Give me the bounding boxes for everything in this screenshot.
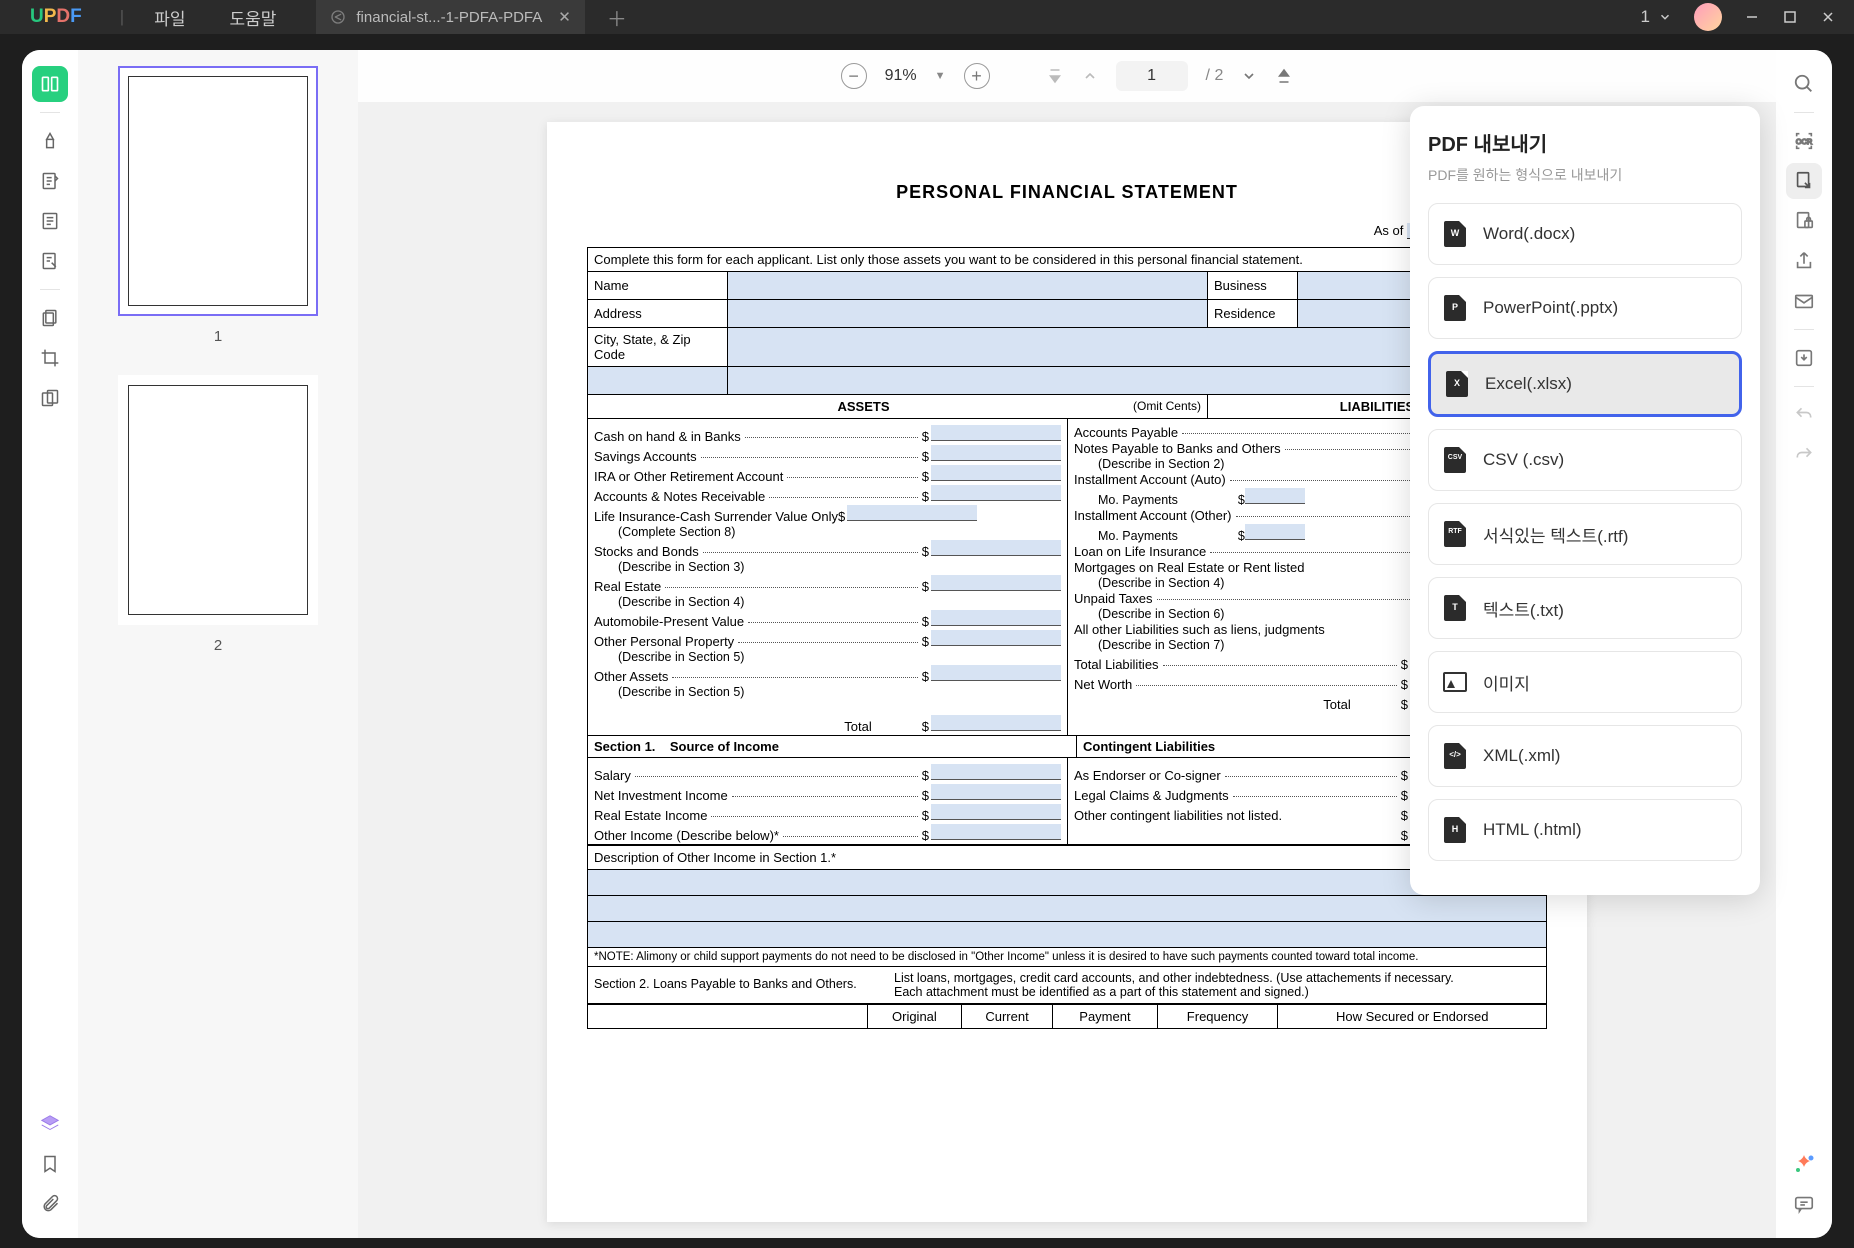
compare-button[interactable] — [32, 380, 68, 416]
thumbnail-label: 2 — [94, 637, 342, 654]
zoom-dropdown[interactable]: ▼ — [935, 70, 946, 82]
export-word[interactable]: W Word(.docx) — [1428, 203, 1742, 265]
redo-button[interactable] — [1786, 437, 1822, 473]
export-powerpoint[interactable]: P PowerPoint(.pptx) — [1428, 277, 1742, 339]
new-tab-button[interactable]: ＋ — [607, 3, 627, 32]
prev-page-button[interactable] — [1082, 68, 1098, 84]
main-container: 1 2 − 91% ▼ + / 2 PERSONAL FINANCIAL STA… — [22, 50, 1832, 1238]
page-number-input[interactable] — [1116, 61, 1188, 91]
menu-file[interactable]: 파일 — [154, 5, 185, 30]
ocr-button[interactable]: OCR — [1786, 123, 1822, 159]
last-page-button[interactable] — [1275, 67, 1293, 85]
left-toolbar — [22, 50, 78, 1238]
bookmark-button[interactable] — [32, 1146, 68, 1182]
export-title: PDF 내보내기 — [1428, 128, 1742, 157]
maximize-button[interactable] — [1782, 9, 1798, 25]
export-text[interactable]: T 텍스트(.txt) — [1428, 577, 1742, 639]
share-button[interactable] — [1786, 243, 1822, 279]
comment-button[interactable] — [1786, 1186, 1822, 1222]
organize-pages-button[interactable] — [32, 300, 68, 336]
svg-text:OCR: OCR — [1796, 137, 1812, 146]
chevron-down-icon — [1658, 10, 1672, 24]
undo-button[interactable] — [1786, 397, 1822, 433]
reader-mode-button[interactable] — [32, 66, 68, 102]
export-panel: PDF 내보내기 PDF를 원하는 형식으로 내보내기 W Word(.docx… — [1410, 106, 1760, 895]
thumbnail-label: 1 — [94, 328, 342, 345]
thumbnail-panel: 1 2 — [78, 50, 358, 1238]
export-rtf[interactable]: RTF 서식있는 텍스트(.rtf) — [1428, 503, 1742, 565]
export-excel[interactable]: X Excel(.xlsx) — [1428, 351, 1742, 417]
thumbnail-page-1[interactable]: 1 — [94, 66, 342, 345]
app-logo: UPDF — [30, 6, 82, 28]
export-button[interactable] — [1786, 163, 1822, 199]
document-tab[interactable]: financial-st...-1-PDFA-PDFA ✕ — [316, 0, 584, 34]
minimize-button[interactable] — [1744, 9, 1760, 25]
right-toolbar: OCR — [1776, 50, 1832, 1238]
fill-sign-button[interactable] — [32, 243, 68, 279]
document-toolbar: − 91% ▼ + / 2 — [358, 50, 1776, 102]
tab-title: financial-st...-1-PDFA-PDFA — [356, 9, 542, 26]
annotate-button[interactable] — [32, 123, 68, 159]
menu-help[interactable]: 도움말 — [229, 5, 276, 30]
next-page-button[interactable] — [1241, 68, 1257, 84]
attachment-button[interactable] — [32, 1186, 68, 1222]
tab-doc-icon — [330, 9, 346, 25]
protect-button[interactable] — [1786, 203, 1822, 239]
zoom-value: 91% — [885, 67, 917, 85]
first-page-button[interactable] — [1046, 67, 1064, 85]
window-page-indicator[interactable]: 1 — [1641, 7, 1672, 27]
save-button[interactable] — [1786, 340, 1822, 376]
thumbnail-page-2[interactable]: 2 — [94, 375, 342, 654]
user-avatar[interactable] — [1694, 3, 1722, 31]
export-csv[interactable]: CSV CSV (.csv) — [1428, 429, 1742, 491]
email-button[interactable] — [1786, 283, 1822, 319]
titlebar: UPDF | 파일 도움말 financial-st...-1-PDFA-PDF… — [0, 0, 1854, 34]
crop-button[interactable] — [32, 340, 68, 376]
export-xml[interactable]: </> XML(.xml) — [1428, 725, 1742, 787]
doc-title: PERSONAL FINANCIAL STATEMENT — [587, 182, 1547, 203]
layers-button[interactable] — [32, 1106, 68, 1142]
form-button[interactable] — [32, 203, 68, 239]
tab-close-button[interactable]: ✕ — [558, 8, 571, 26]
zoom-out-button[interactable]: − — [841, 63, 867, 89]
close-window-button[interactable] — [1820, 9, 1836, 25]
export-image[interactable]: 이미지 — [1428, 651, 1742, 713]
search-button[interactable] — [1786, 66, 1822, 102]
export-html[interactable]: H HTML (.html) — [1428, 799, 1742, 861]
edit-text-button[interactable] — [32, 163, 68, 199]
export-subtitle: PDF를 원하는 형식으로 내보내기 — [1428, 165, 1742, 185]
ai-assistant-button[interactable] — [1786, 1146, 1822, 1182]
zoom-in-button[interactable]: + — [964, 63, 990, 89]
